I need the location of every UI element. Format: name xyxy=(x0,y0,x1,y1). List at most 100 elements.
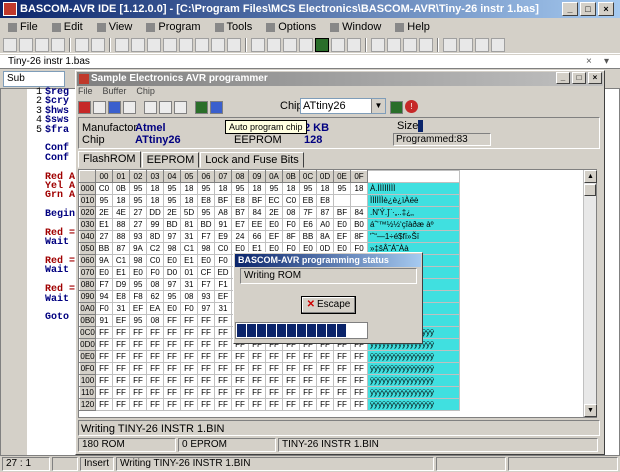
menu-tools[interactable]: Tools xyxy=(209,19,259,35)
hex-cell[interactable]: FF xyxy=(214,338,232,351)
hex-cell[interactable] xyxy=(333,194,351,207)
hex-cell[interactable]: FF xyxy=(265,362,283,375)
hex-cell[interactable]: FF xyxy=(146,374,164,387)
hex-cell[interactable]: F0 xyxy=(95,302,113,315)
hex-cell[interactable]: FF xyxy=(299,386,317,399)
hex-cell[interactable]: FF xyxy=(180,314,198,327)
hex-cell[interactable]: EC xyxy=(265,194,283,207)
hex-cell[interactable]: FF xyxy=(163,362,181,375)
hex-cell[interactable]: FF xyxy=(146,362,164,375)
hex-cell[interactable]: FF xyxy=(129,374,147,387)
hex-cell[interactable]: 01 xyxy=(180,266,198,279)
hex-cell[interactable]: 18 xyxy=(146,182,164,195)
bookmark-icon[interactable] xyxy=(227,37,241,52)
about-icon[interactable] xyxy=(475,37,489,52)
blank-check-icon[interactable] xyxy=(174,100,187,114)
hex-cell[interactable]: EA xyxy=(146,302,164,315)
hex-cell[interactable]: FF xyxy=(265,350,283,363)
close-icon[interactable]: × xyxy=(598,2,614,16)
hex-cell[interactable]: F0 xyxy=(214,254,232,267)
hex-cell[interactable]: FF xyxy=(299,398,317,411)
options-icon[interactable] xyxy=(403,37,417,52)
read-buffer-icon[interactable] xyxy=(93,100,106,114)
terminal-icon[interactable] xyxy=(331,37,345,52)
hex-cell[interactable]: FF xyxy=(350,350,368,363)
hex-cell[interactable]: FF xyxy=(197,386,215,399)
cut-icon[interactable] xyxy=(115,37,129,52)
hex-cell[interactable]: F0 xyxy=(282,218,300,231)
hex-cell[interactable]: FF xyxy=(197,362,215,375)
escape-button[interactable]: ✕ Escape xyxy=(301,296,356,314)
print-icon[interactable] xyxy=(75,37,89,52)
hex-cell[interactable]: 87 xyxy=(112,242,130,255)
hex-cell[interactable]: 95 xyxy=(163,290,181,303)
hex-cell[interactable]: 31 xyxy=(214,302,232,315)
hex-cell[interactable]: 95 xyxy=(299,182,317,195)
scrollbar-thumb[interactable] xyxy=(584,184,596,196)
hex-cell[interactable]: E0 xyxy=(129,266,147,279)
hex-cell[interactable]: FF xyxy=(197,398,215,411)
hex-cell[interactable]: FF xyxy=(146,398,164,411)
hex-cell[interactable]: FF xyxy=(248,386,266,399)
help-index-icon[interactable] xyxy=(459,37,473,52)
find-icon[interactable] xyxy=(195,37,209,52)
hex-cell[interactable]: 31 xyxy=(112,302,130,315)
menu-program[interactable]: Program xyxy=(140,19,206,35)
scroll-down-icon[interactable]: ▼ xyxy=(584,404,597,417)
hex-cell[interactable]: 8D xyxy=(146,230,164,243)
hex-cell[interactable]: 5D xyxy=(180,206,198,219)
hex-cell[interactable]: E7 xyxy=(231,218,249,231)
stop-icon[interactable]: ! xyxy=(405,100,418,113)
hex-cell[interactable]: FF xyxy=(231,350,249,363)
hex-cell[interactable]: FF xyxy=(282,374,300,387)
hex-cell[interactable]: 27 xyxy=(129,218,147,231)
hex-cell[interactable]: 98 xyxy=(197,242,215,255)
hex-cell[interactable]: A8 xyxy=(214,206,232,219)
hex-cell[interactable]: FF xyxy=(265,374,283,387)
menu-view[interactable]: View xyxy=(91,19,139,35)
hex-cell[interactable]: 95 xyxy=(333,182,351,195)
hex-cell[interactable]: FF xyxy=(95,362,113,375)
hex-cell[interactable]: FF xyxy=(112,374,130,387)
hex-cell[interactable]: E1 xyxy=(95,218,113,231)
hex-cell[interactable]: 94 xyxy=(95,290,113,303)
hex-cell[interactable]: EE xyxy=(248,218,266,231)
hex-cell[interactable]: E8 xyxy=(197,194,215,207)
hex-cell[interactable]: DD xyxy=(146,206,164,219)
hex-cell[interactable]: 88 xyxy=(112,218,130,231)
hex-cell[interactable]: CF xyxy=(197,266,215,279)
file-tab[interactable]: Tiny-26 instr 1.bas xyxy=(4,56,94,68)
tool-icon[interactable] xyxy=(491,37,505,52)
chip-select[interactable]: ATtiny26 ▼ xyxy=(300,98,386,114)
hex-cell[interactable]: E0 xyxy=(163,254,181,267)
hex-cell[interactable]: 2E xyxy=(95,206,113,219)
hex-cell[interactable]: 95 xyxy=(129,194,147,207)
hex-cell[interactable]: EF xyxy=(265,230,283,243)
hex-cell[interactable]: 66 xyxy=(248,230,266,243)
menu-options[interactable]: Options xyxy=(260,19,322,35)
hex-cell[interactable]: F7 xyxy=(197,278,215,291)
ide-options-icon[interactable] xyxy=(419,37,433,52)
hex-cell[interactable]: F1 xyxy=(214,278,232,291)
auto-program-icon[interactable] xyxy=(195,100,208,114)
hex-cell[interactable]: FF xyxy=(146,386,164,399)
minimize-icon[interactable]: _ xyxy=(562,2,578,16)
programmer-menu-buffer[interactable]: Buffer xyxy=(103,86,127,98)
hex-cell[interactable]: FF xyxy=(231,374,249,387)
hex-cell[interactable]: F0 xyxy=(146,266,164,279)
hex-cell[interactable]: 08 xyxy=(180,290,198,303)
hex-cell[interactable]: FF xyxy=(282,350,300,363)
hex-cell[interactable]: FF xyxy=(163,326,181,339)
hex-cell[interactable]: FF xyxy=(282,398,300,411)
hex-cell[interactable]: FF xyxy=(197,374,215,387)
hex-cell[interactable]: C0 xyxy=(95,182,113,195)
hex-cell[interactable]: 0B xyxy=(112,182,130,195)
maximize-icon[interactable]: □ xyxy=(572,72,586,84)
hex-cell[interactable]: BD xyxy=(163,218,181,231)
hex-cell[interactable]: FF xyxy=(95,386,113,399)
menu-edit[interactable]: Edit xyxy=(46,19,89,35)
hex-cell[interactable]: 18 xyxy=(316,182,334,195)
hex-cell[interactable]: 8F xyxy=(282,230,300,243)
hex-cell[interactable]: FF xyxy=(163,350,181,363)
hex-cell[interactable]: FF xyxy=(129,362,147,375)
